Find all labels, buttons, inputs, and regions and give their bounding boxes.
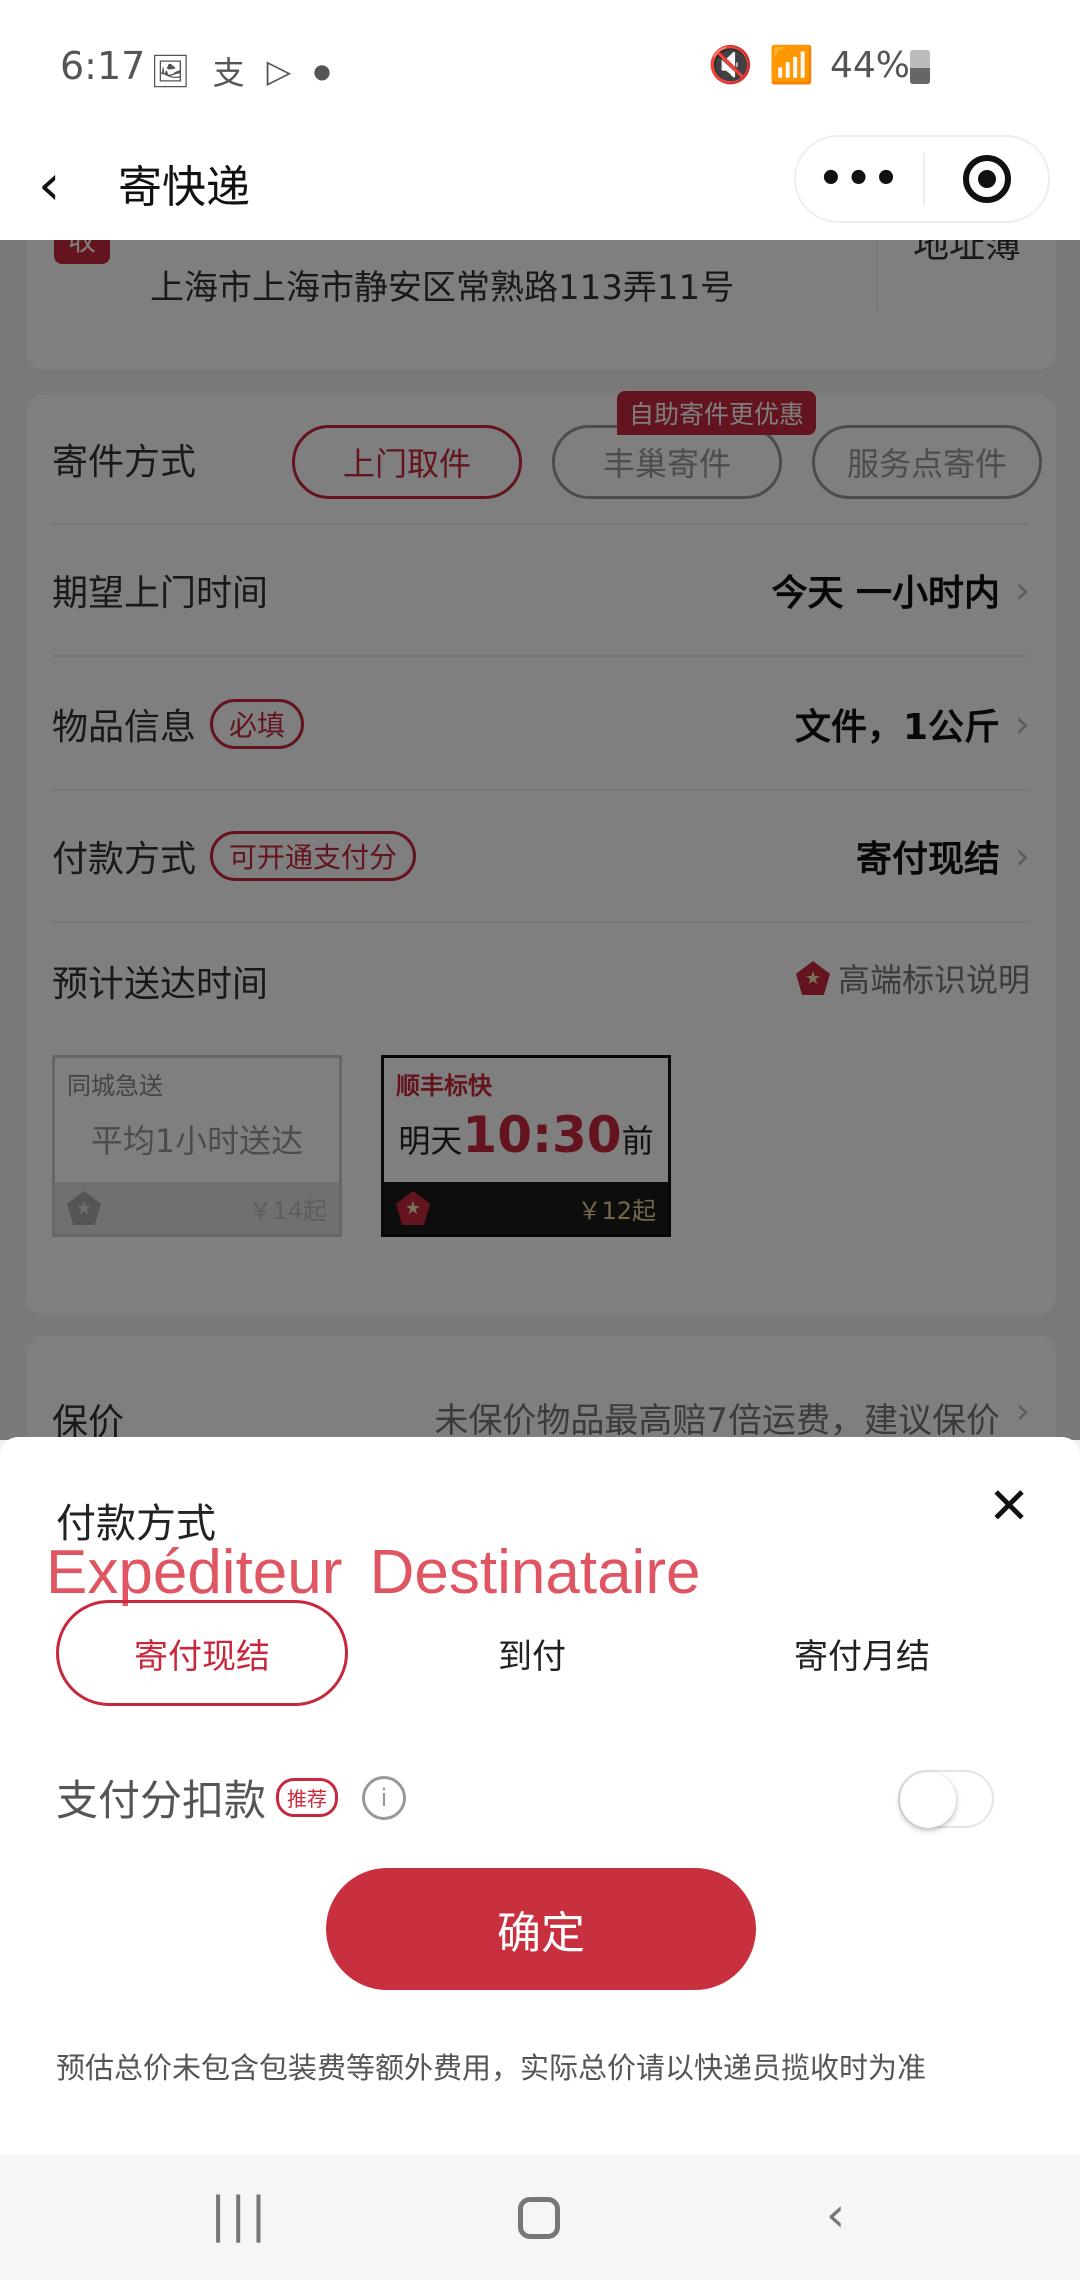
mute-icon: 🔇	[708, 45, 754, 86]
modal-overlay[interactable]	[0, 240, 1080, 1440]
info-icon[interactable]: i	[362, 1775, 407, 1820]
wifi-icon: 📶	[769, 45, 814, 86]
play-store-icon: ▷	[266, 52, 292, 90]
image-icon: 🖼	[150, 52, 191, 90]
nav-header: ‹ 寄快递 •••	[0, 135, 1080, 240]
target-icon	[962, 155, 1011, 203]
system-back-button[interactable]: ‹	[826, 2187, 845, 2243]
option-monthly-settlement[interactable]: 寄付月结	[716, 1600, 1008, 1706]
battery-percent: 44%	[829, 44, 910, 86]
price-disclaimer: 预估总价未包含包装费等额外费用，实际总价请以快递员揽收时为准	[56, 2051, 927, 2085]
pay-score-row: 支付分扣款 推荐 i	[56, 1767, 407, 1828]
option-receiver-pays[interactable]: 到付	[386, 1600, 678, 1706]
payment-method-sheet: 付款方式 ✕ Expéditeur Destinataire 寄付现结 到付 寄…	[0, 1437, 1080, 2155]
option-sender-pays-cash[interactable]: 寄付现结	[56, 1600, 348, 1706]
miniprogram-capsule: •••	[794, 135, 1050, 223]
home-button[interactable]	[518, 2197, 560, 2239]
payment-options: 寄付现结 到付 寄付月结	[56, 1600, 1040, 1706]
pay-score-label: 支付分扣款	[56, 1776, 267, 1825]
dot-icon: ●	[313, 59, 331, 83]
close-miniprogram-button[interactable]	[925, 155, 1048, 203]
page-title: 寄快递	[118, 162, 250, 213]
status-time: 6:17	[60, 44, 146, 88]
close-icon[interactable]: ✕	[988, 1477, 1030, 1535]
more-button[interactable]: •••	[796, 156, 923, 202]
translation-overlay-text: Expéditeur Destinataire	[46, 1538, 701, 1607]
pay-score-toggle[interactable]	[898, 1770, 994, 1828]
confirm-button[interactable]: 确定	[326, 1868, 756, 1990]
system-icons: 🔇 📶 44%	[708, 44, 910, 87]
battery-icon	[910, 50, 930, 84]
recommended-tag: 推荐	[276, 1778, 339, 1817]
recent-apps-button[interactable]: |||	[210, 2187, 271, 2243]
notification-icons: 🖼 支 ▷ ●	[150, 48, 331, 94]
toggle-knob	[900, 1772, 956, 1828]
alipay-icon: 支	[212, 54, 245, 92]
system-nav-bar: ||| ‹	[0, 2155, 1080, 2280]
status-bar: 6:17 🖼 支 ▷ ● 🔇 📶 44%	[0, 0, 1080, 135]
back-button[interactable]: ‹	[38, 153, 60, 218]
